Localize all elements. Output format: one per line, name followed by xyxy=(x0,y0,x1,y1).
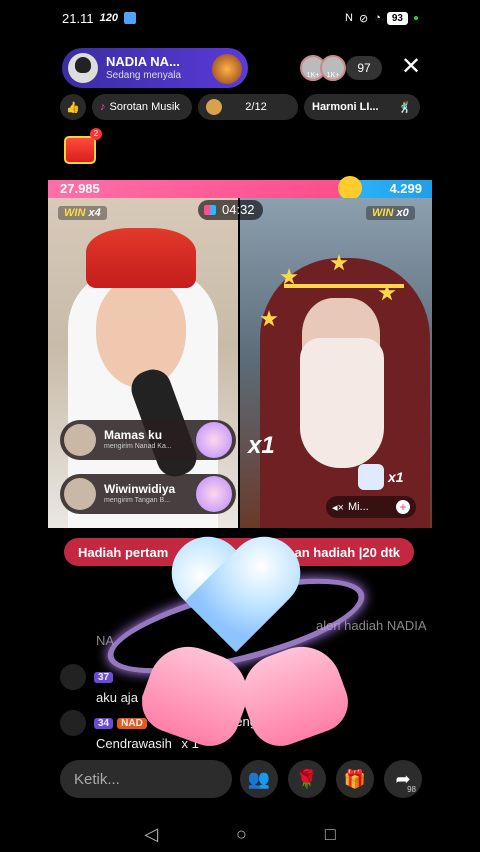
network-speed: 120 xyxy=(99,12,118,24)
swan-gift-indicator: x1 xyxy=(358,464,404,490)
rank-icon xyxy=(206,99,222,115)
clock: 21.11 xyxy=(62,10,94,26)
chat-text: ak k xyxy=(274,690,299,705)
chat-text: Cendrawasih xyxy=(96,736,172,751)
gift-box-badge: 2 xyxy=(90,128,102,140)
gifter-notification[interactable]: Mamas ku mengirim Nanad Ka... xyxy=(60,420,236,460)
host-subtitle: Sedang menyala xyxy=(106,69,182,81)
app-notification-icon xyxy=(123,12,136,24)
chip-label: Harmoni LI... xyxy=(312,101,379,113)
host-name: NADIA NA... xyxy=(106,54,180,70)
win-label: WIN xyxy=(372,207,394,219)
combo-multiplier: x1 xyxy=(248,432,275,459)
gift-chat-icon xyxy=(60,710,86,736)
system-nav-bar: ◁ ○ □ xyxy=(0,816,480,852)
chat-message: aleri hadiah NADIA NA xyxy=(96,618,427,648)
level-badge: 34 xyxy=(94,718,114,730)
veil-image xyxy=(300,338,384,468)
gift-box-icon xyxy=(64,136,96,164)
comment-input[interactable]: Ketik... xyxy=(60,760,232,798)
music-note-icon: ♪ xyxy=(100,101,106,113)
chat-message: 37 aku aja C ak k xyxy=(60,664,298,705)
battery-indicator: 93 xyxy=(386,11,408,25)
nfc-icon: N xyxy=(345,12,353,24)
avatar[interactable] xyxy=(60,664,86,690)
home-icon[interactable]: ○ xyxy=(236,824,247,845)
harmony-chip[interactable]: Harmoni LI... 🕺 xyxy=(304,94,420,120)
opponent-mini-pill[interactable]: ◂× Mi... + xyxy=(326,496,416,518)
battle-timer: 04:32 xyxy=(198,200,263,220)
level-badge: 37 xyxy=(94,672,114,684)
swan-count: x1 xyxy=(388,469,404,485)
banner-right-text: an hadiah |20 dtk xyxy=(294,544,401,560)
win-count: x4 xyxy=(88,207,101,219)
signal-icon: ⊘ xyxy=(359,12,369,25)
rank-chip[interactable]: 2/12 xyxy=(198,94,298,120)
win-label: WIN xyxy=(64,207,86,219)
share-count: 98 xyxy=(407,785,416,794)
gifter-name: Wiwinwidiya xyxy=(104,482,176,497)
gift-icon xyxy=(196,476,232,512)
swan-icon xyxy=(358,464,384,490)
pk-battle: 27.985 4.299 WIN x4 WIN x0 04:32 Mamas k… xyxy=(48,176,432,528)
like-chip[interactable]: 👍 xyxy=(60,94,86,120)
close-icon[interactable]: ✕ xyxy=(400,55,422,79)
wifi-icon: ◔ xyxy=(374,12,381,24)
gift-icon xyxy=(196,422,232,458)
chat-text: x 1 xyxy=(181,736,199,751)
user-icon: 🕺 xyxy=(398,101,412,114)
top-viewers[interactable]: 1K+ 1K+ xyxy=(300,55,346,81)
mute-icon[interactable]: ◂× xyxy=(332,501,344,514)
music-highlight-chip[interactable]: ♪ Sorotan Musik xyxy=(92,94,192,120)
gifter-notification[interactable]: Wiwinwidiya mengirim Tangan B... xyxy=(60,474,236,514)
avatar xyxy=(64,478,96,510)
emoji-icon xyxy=(338,176,362,200)
chat-text: aleri hadiah NADIA xyxy=(316,618,427,633)
chip-label: 2/12 xyxy=(245,101,267,113)
comment-placeholder: Ketik... xyxy=(74,770,120,788)
chip-label: Sorotan Musik xyxy=(109,101,180,113)
thumbs-up-icon: 👍 xyxy=(66,101,80,114)
gifter-name: Mamas ku xyxy=(104,428,163,443)
gifter-message: mengirim Nanad Ka... xyxy=(104,442,172,450)
chat-text: mengirim xyxy=(224,714,278,730)
headdress-image xyxy=(86,228,196,288)
chat-message: 34 NAD mengirim Cendrawasih x 1 xyxy=(60,710,278,751)
avatar xyxy=(64,424,96,456)
gift-icon: 🎁 xyxy=(343,768,367,789)
gift-button[interactable]: 🎁 xyxy=(336,760,374,798)
group-icon: 👥 xyxy=(247,768,271,789)
chat-text: NA xyxy=(96,633,115,648)
treasure-gift-box[interactable]: 2 xyxy=(60,128,102,168)
info-chips: 👍 ♪ Sorotan Musik 2/12 Harmoni LI... 🕺 xyxy=(60,94,422,120)
multi-guest-button[interactable]: 👥 xyxy=(240,760,278,798)
rose-button[interactable]: 🌹 xyxy=(288,760,326,798)
host-follow-badge-icon[interactable] xyxy=(212,54,242,84)
status-bar: 21.11 120 N ⊘ ◔ 93 xyxy=(0,0,480,36)
viewer-count[interactable]: 97 xyxy=(346,56,382,80)
fan-badge: NAD xyxy=(117,718,147,730)
win-tag-right: WIN x0 xyxy=(366,206,415,220)
mini-pill-label: Mi... xyxy=(347,501,369,513)
viewer-avatar[interactable]: 1K+ xyxy=(320,55,346,81)
plus-icon[interactable]: + xyxy=(396,500,410,514)
banner-left-text: Hadiah pertam xyxy=(78,544,169,560)
host-profile-pill[interactable]: NADIA NA... Sedang menyala xyxy=(62,48,248,88)
share-button[interactable]: ➦ 98 xyxy=(384,760,422,798)
first-gift-banner[interactable]: Hadiah pertam an hadiah |20 dtk xyxy=(64,538,414,566)
back-icon[interactable]: ◁ xyxy=(144,824,158,845)
battle-score-bar: 27.985 4.299 xyxy=(48,180,432,198)
win-tag-left: WIN x4 xyxy=(58,206,107,220)
rose-icon: 🌹 xyxy=(295,768,319,789)
gifter-message: mengirim Tangan B... xyxy=(104,496,171,504)
host-avatar[interactable] xyxy=(68,53,98,83)
chat-text: aku aja C xyxy=(96,690,151,705)
win-count: x0 xyxy=(396,207,409,219)
privacy-dot-icon xyxy=(414,16,418,20)
score-left: 27.985 xyxy=(48,180,340,198)
recents-icon[interactable]: □ xyxy=(325,824,336,845)
